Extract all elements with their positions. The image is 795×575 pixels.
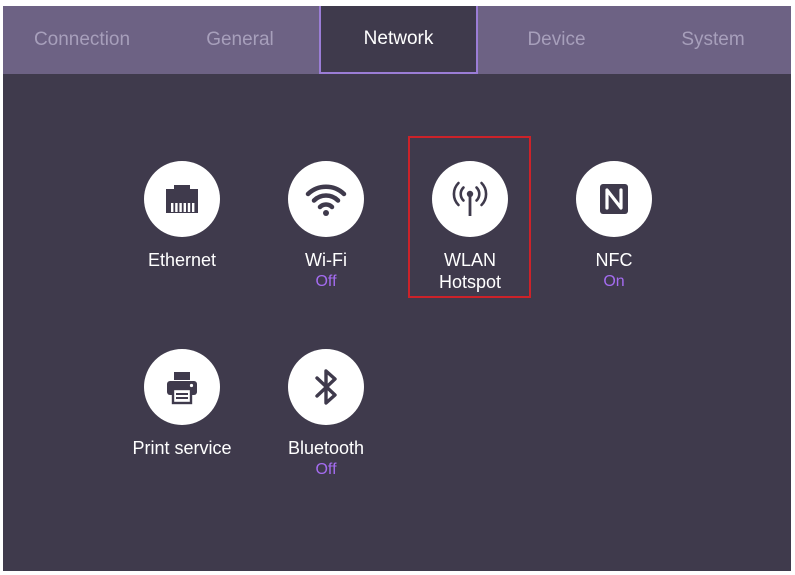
printer-icon — [144, 349, 220, 425]
network-item-wlan-hotspot[interactable]: WLAN Hotspot — [410, 161, 530, 293]
ethernet-icon — [144, 161, 220, 237]
wlan-hotspot-icon — [432, 161, 508, 237]
wifi-icon — [288, 161, 364, 237]
tab-network[interactable]: Network — [319, 6, 478, 74]
tab-system[interactable]: System — [635, 6, 791, 74]
status-text: Off — [315, 273, 337, 290]
network-item-nfc[interactable]: NFC On — [554, 161, 674, 292]
nfc-icon — [576, 161, 652, 237]
network-item-label: Print service — [132, 438, 232, 458]
network-item-ethernet[interactable]: Ethernet — [122, 161, 242, 271]
status-text: Off — [315, 461, 337, 478]
network-item-label: Wi-Fi — [305, 250, 347, 270]
network-item-print-service[interactable]: Print service — [122, 349, 242, 459]
network-item-label: Bluetooth — [287, 438, 365, 458]
tab-general[interactable]: General — [161, 6, 319, 74]
network-item-bluetooth[interactable]: Bluetooth Off — [266, 349, 386, 480]
tab-bar: Connection General Network Device System — [3, 6, 791, 74]
network-item-label: WLAN Hotspot — [438, 250, 502, 292]
tab-connection[interactable]: Connection — [3, 6, 161, 74]
network-item-wifi[interactable]: Wi-Fi Off — [266, 161, 386, 292]
tab-device[interactable]: Device — [478, 6, 635, 74]
status-text: On — [603, 273, 625, 290]
network-item-label: Ethernet — [147, 250, 217, 270]
bluetooth-icon — [288, 349, 364, 425]
settings-window: Connection General Network Device System… — [3, 6, 791, 571]
network-item-label: NFC — [595, 250, 633, 270]
